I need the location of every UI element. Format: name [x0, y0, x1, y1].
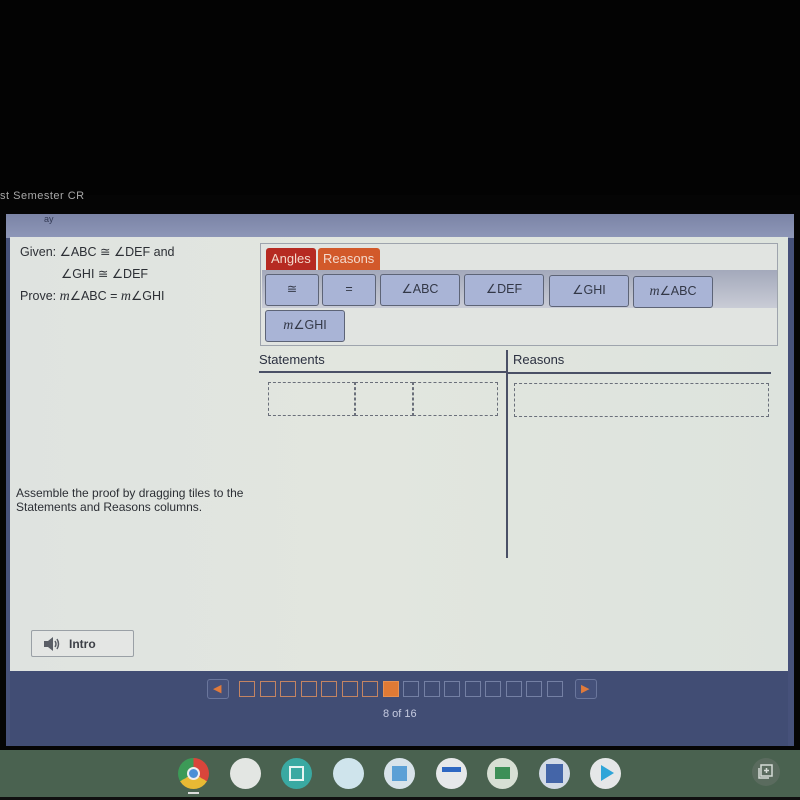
page-box-12[interactable]: [464, 681, 481, 697]
given-statement-2: ∠GHI ≅ ∠DEF: [61, 267, 149, 281]
statements-underline: [259, 371, 507, 373]
tile-congruent[interactable]: ≅: [265, 274, 319, 306]
science-app-icon[interactable]: [332, 758, 364, 789]
tile-measure-abc[interactable]: m∠ABC: [633, 276, 713, 308]
active-app-indicator: [188, 792, 199, 794]
header-text: ay: [44, 214, 54, 224]
tab-angles[interactable]: Angles: [266, 248, 316, 270]
measure-m: m: [120, 289, 132, 304]
page-box-7[interactable]: [362, 681, 378, 697]
previous-button[interactable]: ◀: [207, 679, 229, 699]
tile-measure-ghi[interactable]: m∠GHI: [265, 310, 345, 342]
reasons-header: Reasons: [513, 352, 565, 367]
page-box-11[interactable]: [444, 681, 460, 697]
given-label: Given:: [20, 245, 57, 259]
tab-reasons[interactable]: Reasons: [318, 248, 380, 270]
next-button[interactable]: ▶: [575, 679, 597, 699]
prove-part-end: ∠GHI: [131, 289, 165, 303]
intro-button[interactable]: Intro: [31, 630, 134, 657]
overview-icon[interactable]: [752, 758, 780, 786]
readworks-app-icon[interactable]: [435, 758, 467, 789]
classroom-board: [495, 767, 510, 779]
page-box-4[interactable]: [300, 681, 317, 697]
tile-equals[interactable]: =: [322, 274, 376, 306]
brain-app-icon[interactable]: [384, 758, 415, 789]
instructions-text: Assemble the proof by dragging tiles to …: [16, 486, 244, 514]
tile-angle-def[interactable]: ∠DEF: [464, 274, 544, 306]
tile-label: ∠GHI: [293, 318, 327, 332]
statement-dropzone-2[interactable]: [355, 382, 413, 416]
page-box-8[interactable]: [382, 681, 399, 697]
camera-border-top: [0, 0, 800, 195]
page-box-13[interactable]: [485, 681, 501, 697]
triangle-right-icon: ▶: [581, 683, 590, 695]
tile-label: ∠ABC: [659, 284, 697, 298]
measure-m: m: [283, 318, 294, 333]
tile-angle-abc[interactable]: ∠ABC: [380, 274, 460, 306]
column-divider: [506, 350, 508, 558]
statements-header: Statements: [259, 352, 325, 367]
page-box-9[interactable]: [403, 681, 419, 697]
page-box-1[interactable]: [239, 681, 255, 697]
lesson-header-bar: [6, 214, 794, 238]
measure-m: m: [649, 284, 660, 299]
play-triangle: [601, 765, 614, 781]
given-statement-1: ∠ABC ≅ ∠DEF and: [59, 245, 175, 259]
dance-app-icon[interactable]: [538, 758, 570, 789]
page-box-3[interactable]: [280, 681, 296, 697]
readworks-banner: [441, 767, 461, 772]
measure-m: m: [59, 289, 70, 304]
page-box-16[interactable]: [546, 681, 563, 697]
brain-tile: [392, 766, 407, 781]
intro-label: Intro: [69, 637, 96, 651]
statement-dropzone-1[interactable]: [268, 382, 355, 416]
reason-dropzone[interactable]: [514, 383, 769, 417]
statement-dropzone-3[interactable]: [413, 382, 498, 416]
prove-label: Prove:: [20, 289, 57, 303]
page-box-2[interactable]: [259, 681, 276, 697]
course-title: st Semester CR: [0, 190, 85, 202]
page-box-5[interactable]: [321, 681, 337, 697]
chrome-icon[interactable]: [178, 758, 209, 789]
calculator-app-icon[interactable]: [281, 758, 312, 789]
page-box-6[interactable]: [341, 681, 358, 697]
play-store-icon[interactable]: [590, 758, 621, 789]
dance-image: [545, 764, 563, 783]
page-box-10[interactable]: [423, 681, 440, 697]
reasons-underline: [508, 372, 771, 374]
page-box-14[interactable]: [505, 681, 522, 697]
google-classroom-icon[interactable]: [487, 758, 518, 789]
speaker-icon: [44, 637, 60, 651]
chrome-center: [187, 767, 200, 780]
page-box-15[interactable]: [526, 681, 542, 697]
page-counter: 8 of 16: [383, 708, 417, 720]
calculator-grid: [289, 766, 304, 781]
prove-line: Prove: m∠ABC = m∠GHI: [20, 288, 164, 305]
prove-part: ∠ABC =: [69, 289, 121, 303]
given-line-1: Given: ∠ABC ≅ ∠DEF and: [20, 244, 175, 259]
tile-angle-ghi[interactable]: ∠GHI: [549, 275, 629, 307]
triangle-left-icon: ◀: [213, 683, 222, 695]
blank-app-icon[interactable]: [229, 758, 261, 789]
